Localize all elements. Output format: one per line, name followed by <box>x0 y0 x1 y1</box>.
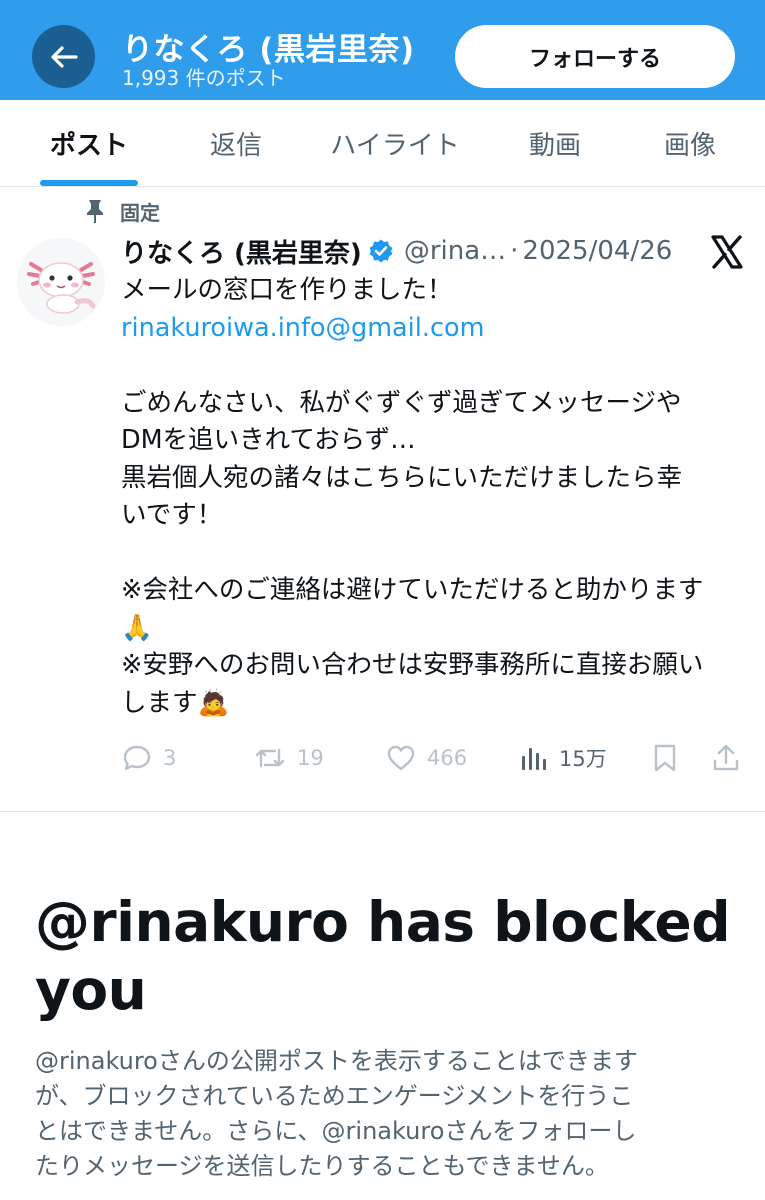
post-actions: 3 19 466 15万 <box>0 735 765 781</box>
blocked-description-line: @rinakuroさんの公開ポストを表示することはできます <box>35 1047 638 1075</box>
views-button[interactable]: 15万 <box>519 735 607 781</box>
blocked-title: @rinakuro has blocked you <box>35 888 735 1024</box>
separator-dot: · <box>510 236 519 266</box>
email-link[interactable]: rinakuroiwa.info@gmail.com <box>121 310 751 348</box>
share-icon <box>713 744 739 771</box>
view-count: 15万 <box>559 747 607 771</box>
reply-icon <box>123 745 151 771</box>
post-text-line: ごめんなさい、私がぐずぐず過ぎてメッセージや <box>121 387 682 418</box>
post-text: メールの窓口を作りました！ rinakuroiwa.info@gmail.com… <box>121 272 751 722</box>
like-button[interactable]: 466 <box>385 735 467 781</box>
post-text-line <box>121 347 751 385</box>
post-text-line: ※会社へのご連絡は避けていただけると助かります <box>121 575 704 605</box>
x-logo-icon <box>711 235 743 269</box>
blocked-description-line: たりメッセージを送信したりすることもできません。 <box>35 1152 609 1180</box>
views-icon <box>522 748 546 770</box>
section-divider <box>0 811 765 812</box>
repost-count: 19 <box>297 746 324 770</box>
verified-badge-icon <box>368 238 394 264</box>
arrow-left-icon <box>50 45 78 68</box>
post-text-line: DMを追いきれておらず… <box>121 425 416 455</box>
post-text-line: いです！ <box>121 500 223 530</box>
bookmark-button[interactable] <box>650 735 680 781</box>
reply-button[interactable]: 3 <box>121 735 176 781</box>
tab-replies[interactable]: 返信 <box>175 100 297 187</box>
repost-icon <box>255 748 285 768</box>
like-icon <box>387 745 415 771</box>
post-text-line: メールの窓口を作りました！ <box>121 275 453 305</box>
avatar[interactable] <box>17 238 105 326</box>
blocked-title-line: you <box>35 958 147 1022</box>
active-tab-indicator <box>40 180 138 186</box>
back-button[interactable] <box>32 25 95 88</box>
reply-count: 3 <box>163 746 177 770</box>
repost-button[interactable]: 19 <box>253 735 324 781</box>
post-text-line: ※安野へのお問い合わせは安野事務所に直接お願い <box>121 650 704 680</box>
blocked-description: @rinakuroさんの公開ポストを表示することはできます が、ブロックされてい… <box>35 1044 735 1184</box>
profile-header: りなくろ (黒岩里奈) 1,993 件のポスト フォローする <box>0 0 765 100</box>
post-text-line: します🙇 <box>121 687 230 718</box>
author-name[interactable]: りなくろ (黒岩里奈) <box>121 233 362 270</box>
post-text-line: 黒岩個人宛の諸々はこちらにいただけましたら幸 <box>121 462 683 493</box>
share-button[interactable] <box>710 735 742 781</box>
post-header: りなくろ (黒岩里奈) @rina… · 2025/04/26 <box>121 232 672 270</box>
post-text-line <box>121 535 751 573</box>
blocked-description-line: が、ブロックされているためエンゲージメントを行うこ <box>35 1082 634 1110</box>
post-count: 1,993 件のポスト <box>122 66 286 90</box>
tab-highlights[interactable]: ハイライト <box>315 100 475 187</box>
pinned-indicator: 固定 <box>84 197 160 225</box>
tab-videos[interactable]: 動画 <box>495 100 615 187</box>
like-count: 466 <box>427 746 468 770</box>
tab-images[interactable]: 画像 <box>630 100 750 187</box>
post-date[interactable]: 2025/04/26 <box>522 236 672 266</box>
follow-button[interactable]: フォローする <box>455 25 735 88</box>
post-text-line: 🙏 <box>121 612 153 643</box>
axolotl-avatar-image <box>17 238 105 326</box>
blocked-description-line: とはできません。さらに、@rinakuroさんをフォローし <box>35 1117 637 1145</box>
tab-posts[interactable]: ポスト <box>20 100 158 187</box>
pinned-label: 固定 <box>120 200 160 225</box>
pin-icon <box>87 200 103 223</box>
blocked-title-line: @rinakuro has blocked <box>35 890 731 954</box>
profile-tabs: ポスト 返信 ハイライト 動画 画像 <box>0 100 765 187</box>
bookmark-icon <box>654 744 676 772</box>
author-handle[interactable]: @rina… <box>404 236 506 266</box>
